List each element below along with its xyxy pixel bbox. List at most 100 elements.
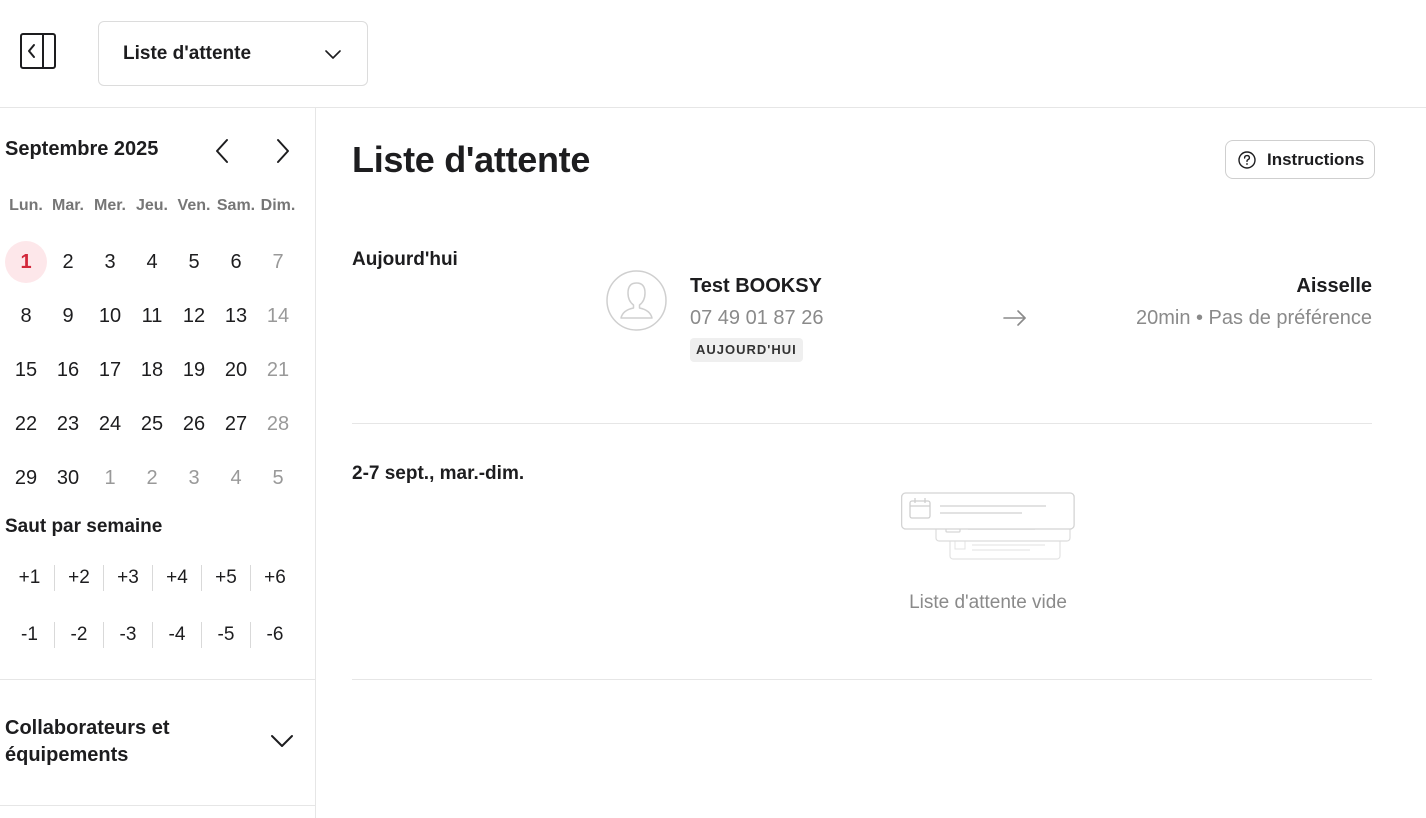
calendar-day-label: 2 <box>146 466 158 489</box>
calendar-day[interactable]: 15 <box>5 343 47 397</box>
calendar-day[interactable]: 21 <box>257 343 299 397</box>
section-divider <box>352 679 1372 680</box>
sidebar: Septembre 2025 Lun. Mar. Mer. Jeu. Ven. … <box>0 108 316 818</box>
calendar-grid: 1 2 3 4 5 6 7 8 9 10 11 12 13 14 15 16 17 18 19 20 21 22 23 24 2… <box>5 235 299 505</box>
calendar-day-label: 10 <box>98 304 122 327</box>
calendar-day[interactable]: 14 <box>257 289 299 343</box>
week-jump-button[interactable]: +2 <box>54 565 103 591</box>
instructions-label: Instructions <box>1267 149 1365 169</box>
calendar-day[interactable]: 5 <box>173 235 215 289</box>
chevron-right-icon[interactable] <box>271 138 293 164</box>
week-jump-back-row: -1 -2 -3 -4 -5 -6 <box>5 622 299 648</box>
calendar-day-label: 16 <box>56 358 80 381</box>
chevron-down-icon <box>270 733 294 749</box>
chevron-down-icon <box>325 47 341 59</box>
calendar-day[interactable]: 16 <box>47 343 89 397</box>
week-jump-button[interactable]: -4 <box>152 622 201 648</box>
calendar-day[interactable]: 6 <box>215 235 257 289</box>
calendar-day[interactable]: 3 <box>173 451 215 505</box>
week-jump-button[interactable]: -1 <box>5 622 54 648</box>
week-jump-button[interactable]: +6 <box>250 565 299 591</box>
week-jump-button[interactable]: +5 <box>201 565 250 591</box>
calendar-day[interactable]: 10 <box>89 289 131 343</box>
week-jump-button[interactable]: +3 <box>103 565 152 591</box>
calendar-day[interactable]: 22 <box>5 397 47 451</box>
calendar-day-label: 6 <box>230 250 242 273</box>
calendar-day-label: 9 <box>62 304 74 327</box>
calendar-day[interactable]: 23 <box>47 397 89 451</box>
calendar-day-label: 18 <box>140 358 164 381</box>
calendar-day[interactable]: 26 <box>173 397 215 451</box>
calendar-day-label: 13 <box>224 304 248 327</box>
calendar-day-label: 28 <box>266 412 290 435</box>
calendar-day-label: 8 <box>20 304 32 327</box>
calendar-day-label: 5 <box>188 250 200 273</box>
chevron-left-icon[interactable] <box>212 138 234 164</box>
calendar-day-label: 15 <box>14 358 38 381</box>
week-jump-button[interactable]: -6 <box>250 622 299 648</box>
calendar-day-label: 4 <box>230 466 242 489</box>
calendar-day-today[interactable]: 1 <box>5 235 47 289</box>
weekday-label: Sam. <box>216 197 256 214</box>
weekday-label: Mar. <box>51 197 84 214</box>
calendar-day[interactable]: 20 <box>215 343 257 397</box>
calendar-day[interactable]: 11 <box>131 289 173 343</box>
view-select-value: Liste d'attente <box>123 42 252 64</box>
week-jump-title: Saut par semaine <box>5 516 163 537</box>
calendar-day-label: 14 <box>266 304 290 327</box>
calendar-day-label: 23 <box>56 412 80 435</box>
calendar-month-title: Septembre 2025 <box>5 138 159 160</box>
calendar-day-label: 2 <box>62 250 74 273</box>
week-jump-button[interactable]: -2 <box>54 622 103 648</box>
calendar-day[interactable]: 28 <box>257 397 299 451</box>
calendar-day[interactable]: 4 <box>215 451 257 505</box>
calendar-day-label: 24 <box>98 412 122 435</box>
calendar-day[interactable]: 2 <box>131 451 173 505</box>
calendar-day-label: 1 <box>104 466 116 489</box>
help-icon <box>1238 150 1256 169</box>
week-jump-button[interactable]: +4 <box>152 565 201 591</box>
calendar-day[interactable]: 8 <box>5 289 47 343</box>
weekday-label: Ven. <box>177 197 211 214</box>
calendar-day[interactable]: 18 <box>131 343 173 397</box>
service-details: 20min • Pas de préférence <box>1135 307 1372 329</box>
calendar-day[interactable]: 7 <box>257 235 299 289</box>
section-divider <box>352 423 1372 424</box>
calendar-day[interactable]: 25 <box>131 397 173 451</box>
calendar-day[interactable]: 17 <box>89 343 131 397</box>
instructions-button[interactable]: Instructions <box>1225 140 1375 179</box>
weekday-label: Dim. <box>260 197 296 214</box>
week-jump-button[interactable]: -3 <box>103 622 152 648</box>
calendar-day-label: 30 <box>56 466 80 489</box>
calendar-day[interactable]: 19 <box>173 343 215 397</box>
calendar-day[interactable]: 3 <box>89 235 131 289</box>
calendar-day[interactable]: 5 <box>257 451 299 505</box>
calendar-day[interactable]: 13 <box>215 289 257 343</box>
calendar-day-label: 11 <box>141 304 163 327</box>
avatar-icon <box>606 270 667 331</box>
waitlist-entry[interactable]: Test BOOKSY 07 49 01 87 26 AUJOURD'HUI A… <box>606 268 1372 368</box>
calendar-day[interactable]: 4 <box>131 235 173 289</box>
view-select-dropdown[interactable]: Liste d'attente <box>98 21 368 86</box>
calendar-day[interactable]: 9 <box>47 289 89 343</box>
calendar-day[interactable]: 1 <box>89 451 131 505</box>
calendar-day[interactable]: 24 <box>89 397 131 451</box>
calendar-day-label: 3 <box>104 250 116 273</box>
weekday-label: Lun. <box>9 197 43 214</box>
sidebar-collapse-icon[interactable] <box>20 33 56 69</box>
calendar-day-label: 27 <box>224 412 248 435</box>
week-jump-button[interactable]: +1 <box>5 565 54 591</box>
calendar-day-label: 17 <box>98 358 122 381</box>
calendar-day[interactable]: 12 <box>173 289 215 343</box>
calendar-day[interactable]: 2 <box>47 235 89 289</box>
collaborators-section-toggle[interactable]: Collaborateurs et équipements <box>0 679 315 806</box>
week-jump-button[interactable]: -5 <box>201 622 250 648</box>
calendar-day-label: 21 <box>266 358 290 381</box>
page-title: Liste d'attente <box>352 139 591 180</box>
calendar-day[interactable]: 30 <box>47 451 89 505</box>
weekday-label: Jeu. <box>135 197 168 214</box>
calendar-day[interactable]: 29 <box>5 451 47 505</box>
calendar-day[interactable]: 27 <box>215 397 257 451</box>
calendar-day-label: 29 <box>14 466 38 489</box>
empty-state-text: Liste d'attente vide <box>909 592 1067 613</box>
